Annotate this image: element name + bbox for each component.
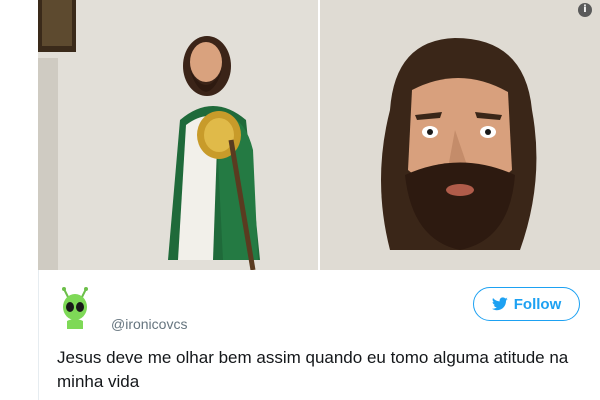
tweet-card: @ironicovcs Follow Jesus deve me olhar b… xyxy=(38,270,600,400)
follow-label: Follow xyxy=(513,295,562,313)
tweet-media[interactable]: i xyxy=(38,0,600,270)
tweet-text: Jesus deve me olhar bem assim quando eu … xyxy=(57,348,569,391)
follow-button[interactable]: Follow xyxy=(473,287,580,321)
alien-icon[interactable] xyxy=(57,287,93,329)
info-icon[interactable]: i xyxy=(578,3,592,17)
twitter-bird-icon xyxy=(491,297,508,311)
statue-face-closeup-photo[interactable]: i xyxy=(320,0,600,270)
tweet-author-handle[interactable]: @ironicovcs xyxy=(111,316,187,332)
statue-full-body-photo[interactable] xyxy=(38,0,320,270)
